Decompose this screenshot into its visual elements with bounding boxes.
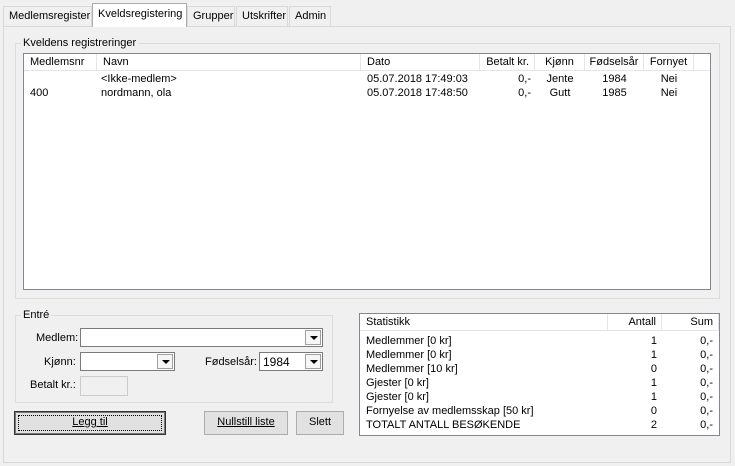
cell-statistikk: Medlemmer [10 kr] [366,363,458,375]
cell-antall: 1 [650,391,657,403]
cell-sum: 0,- [700,419,713,431]
paid-label: Betalt kr.: [30,379,76,391]
reset-list-button[interactable]: Nullstill liste [204,411,288,435]
reset-list-button-label: Nullstill liste [217,416,275,428]
cell-betalt: 0,- [518,87,531,99]
column-header-betalt[interactable]: Betalt kr. [480,54,535,71]
chevron-down-icon[interactable] [157,354,173,369]
tab-strip: Medlemsregister Kveldsregistering Gruppe… [0,0,735,27]
cell-kjonn: Gutt [549,87,571,99]
cell-statistikk: Gjester [0 kr] [366,391,429,403]
cell-antall: 1 [650,377,657,389]
cell-statistikk: Fornyelse av medlemsskap [50 kr] [366,405,534,417]
tab-utskrifter[interactable]: Utskrifter [236,6,288,27]
statistics-list[interactable]: Statistikk Antall Sum Medlemmer [0 kr] 1 0… [359,313,720,436]
chevron-down-icon[interactable] [305,330,321,345]
cell-sum: 0,- [700,349,713,361]
table-row[interactable]: <Ikke-medlem> 05.07.2018 17:49:03 0,- Je… [24,73,710,86]
statistics-list-header: Statistikk Antall Sum [360,314,719,331]
cell-statistikk: Gjester [0 kr] [366,377,429,389]
cell-sum: 0,- [700,335,713,347]
delete-button[interactable]: Slett [296,411,344,435]
tab-admin[interactable]: Admin [289,6,331,27]
cell-fodselsar: 1985 [602,87,627,99]
cell-sum: 0,- [700,391,713,403]
cell-dato: 05.07.2018 17:49:03 [367,73,468,85]
column-header-fornyet[interactable]: Fornyet [644,54,694,71]
table-row[interactable]: Gjester [0 kr] 1 0,- [360,377,719,390]
member-select[interactable] [80,328,323,347]
column-header-navn[interactable]: Navn [97,54,361,71]
gender-select[interactable] [80,352,175,371]
add-button[interactable]: Legg til [14,411,166,435]
column-header-sum[interactable]: Sum [662,314,719,331]
cell-navn: <Ikke-medlem> [101,73,177,85]
tab-kveldsregistering[interactable]: Kveldsregistering [92,3,187,27]
column-header-kjonn[interactable]: Kjønn [535,54,585,71]
cell-statistikk: Medlemmer [0 kr] [366,349,452,361]
cell-dato: 05.07.2018 17:48:50 [367,87,468,99]
gender-label: Kjønn: [44,356,76,368]
table-row[interactable]: TOTALT ANTALL BESØKENDE 2 0,- [360,419,719,432]
cell-fornyet: Nei [660,87,678,99]
cell-sum: 0,- [700,363,713,375]
column-header-statistikk[interactable]: Statistikk [360,314,608,331]
cell-medlemsnr: 400 [30,87,49,99]
birthyear-select-value: 1984 [263,355,290,369]
cell-sum: 0,- [700,405,713,417]
cell-antall: 0 [650,405,657,417]
add-button-label: Legg til [72,416,108,428]
cell-fodselsar: 1984 [602,73,627,85]
cell-fornyet: Nei [660,73,678,85]
table-row[interactable]: Medlemmer [10 kr] 0 0,- [360,363,719,376]
table-row[interactable]: Gjester [0 kr] 1 0,- [360,391,719,404]
column-header-dato[interactable]: Dato [361,54,480,71]
chevron-down-icon[interactable] [305,354,321,369]
tab-grupper[interactable]: Grupper [187,6,235,27]
table-row[interactable]: 400 nordmann, ola 05.07.2018 17:48:50 0,… [24,87,710,100]
registrations-group-title: Kveldens registreringer [21,37,139,49]
column-header-fodselsar[interactable]: Fødselsår [585,54,644,71]
cell-antall: 0 [650,363,657,375]
cell-antall: 1 [650,335,657,347]
column-header-medlemsnr[interactable]: Medlemsnr [24,54,97,71]
column-header-antall[interactable]: Antall [608,314,662,331]
table-row[interactable]: Medlemmer [0 kr] 1 0,- [360,335,719,348]
paid-field [80,376,128,396]
cell-antall: 2 [650,419,657,431]
cell-navn: nordmann, ola [101,87,172,99]
cell-statistikk: TOTALT ANTALL BESØKENDE [366,419,521,431]
registrations-list[interactable]: Medlemsnr Navn Dato Betalt kr. Kjønn Fød… [23,53,711,290]
cell-statistikk: Medlemmer [0 kr] [366,335,452,347]
entre-group-title: Entré [21,309,52,321]
table-row[interactable]: Medlemmer [0 kr] 1 0,- [360,349,719,362]
cell-sum: 0,- [700,377,713,389]
cell-kjonn: Jente [546,73,574,85]
cell-betalt: 0,- [518,73,531,85]
member-label: Medlem: [36,332,79,344]
birthyear-select[interactable]: 1984 [259,352,323,371]
birthyear-label: Fødselsår: [205,356,257,368]
cell-antall: 1 [650,349,657,361]
table-row[interactable]: Fornyelse av medlemsskap [50 kr] 0 0,- [360,405,719,418]
tab-medlemsregister[interactable]: Medlemsregister [3,6,92,27]
delete-button-label: Slett [308,416,331,428]
cell-medlemsnr [30,73,96,86]
registrations-list-header: Medlemsnr Navn Dato Betalt kr. Kjønn Fød… [24,54,710,71]
